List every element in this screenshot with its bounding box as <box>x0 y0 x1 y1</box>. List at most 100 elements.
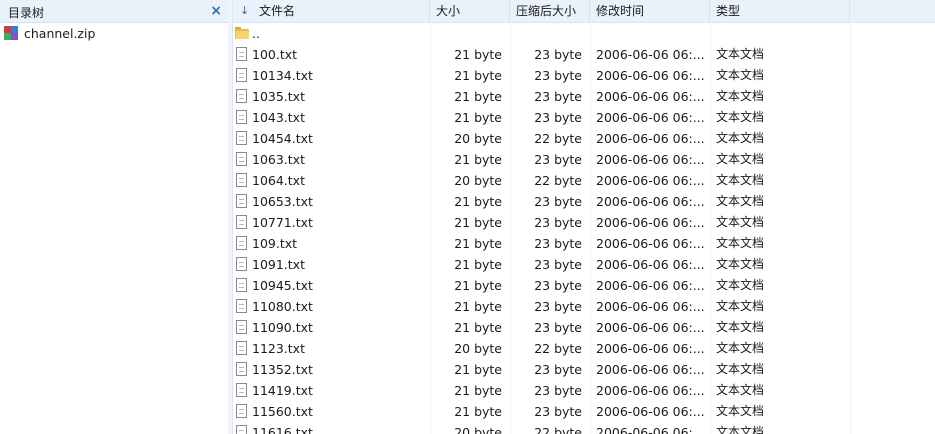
file-row[interactable]: 1043.txt 21 byte 23 byte 2006-06-06 06:... 文… <box>233 107 935 128</box>
file-row[interactable]: 109.txt 21 byte 23 byte 2006-06-06 06:... 文本… <box>233 233 935 254</box>
file-compressed-size: 23 byte <box>534 404 582 419</box>
file-type: 文本文档 <box>716 383 765 397</box>
file-modified-time: 2006-06-06 06:... <box>596 89 705 104</box>
file-compressed-size: 23 byte <box>534 152 582 167</box>
file-name: 11352.txt <box>252 362 313 377</box>
file-modified-time: 2006-06-06 06:... <box>596 68 705 83</box>
file-row[interactable]: 11090.txt 21 byte 23 byte 2006-06-06 06:...… <box>233 317 935 338</box>
file-modified-time: 2006-06-06 06:... <box>596 362 705 377</box>
file-list: ↓ 文件名 大小 压缩后大小 修改时间 类型 .. 100.txt 21 byte… <box>233 0 935 434</box>
file-row[interactable]: 11419.txt 21 byte 23 byte 2006-06-06 06:...… <box>233 380 935 401</box>
file-name: 11419.txt <box>252 383 313 398</box>
sort-arrow-icon: ↓ <box>240 4 250 17</box>
file-row[interactable]: 11352.txt 21 byte 23 byte 2006-06-06 06:...… <box>233 359 935 380</box>
file-size: 20 byte <box>454 173 502 188</box>
file-modified-time: 2006-06-06 06:... <box>596 278 705 293</box>
file-type: 文本文档 <box>716 278 765 292</box>
file-type: 文本文档 <box>716 320 765 334</box>
file-compressed-size: 23 byte <box>534 320 582 335</box>
file-size: 21 byte <box>454 320 502 335</box>
text-file-icon <box>236 320 247 334</box>
file-row[interactable]: 10134.txt 21 byte 23 byte 2006-06-06 06:...… <box>233 65 935 86</box>
column-header-name[interactable]: ↓ 文件名 <box>233 0 430 22</box>
file-name: 1091.txt <box>252 257 305 272</box>
file-modified-time: 2006-06-06 06:... <box>596 341 705 356</box>
file-type: 文本文档 <box>716 89 765 103</box>
text-file-icon <box>236 257 247 271</box>
file-type: 文本文档 <box>716 110 765 124</box>
file-row[interactable]: 11080.txt 21 byte 23 byte 2006-06-06 06:...… <box>233 296 935 317</box>
column-header-type[interactable]: 类型 <box>710 0 850 22</box>
file-type: 文本文档 <box>716 362 765 376</box>
file-modified-time: 2006-06-06 06:... <box>596 320 705 335</box>
file-modified-time: 2006-06-06 06:... <box>596 425 705 434</box>
file-name: 1063.txt <box>252 152 305 167</box>
file-name: 1064.txt <box>252 173 305 188</box>
column-header-compressed[interactable]: 压缩后大小 <box>510 0 590 22</box>
file-modified-time: 2006-06-06 06:... <box>596 257 705 272</box>
parent-folder-row[interactable]: .. <box>233 23 935 44</box>
file-type: 文本文档 <box>716 299 765 313</box>
file-modified-time: 2006-06-06 06:... <box>596 404 705 419</box>
file-name: 10134.txt <box>252 68 313 83</box>
file-row[interactable]: 11616.txt 20 byte 22 byte 2006-06-06 06:...… <box>233 422 935 434</box>
zip-archive-icon <box>4 26 18 40</box>
file-modified-time: 2006-06-06 06:... <box>596 299 705 314</box>
directory-tree-panel: 目录树 × channel.zip <box>0 0 229 434</box>
file-modified-time: 2006-06-06 06:... <box>596 194 705 209</box>
text-file-icon <box>236 152 247 166</box>
file-row[interactable]: 10454.txt 20 byte 22 byte 2006-06-06 06:...… <box>233 128 935 149</box>
file-type: 文本文档 <box>716 425 765 434</box>
tree-item-channel-zip[interactable]: channel.zip <box>4 24 95 42</box>
file-row[interactable]: 11560.txt 21 byte 23 byte 2006-06-06 06:...… <box>233 401 935 422</box>
close-icon[interactable]: × <box>210 2 222 20</box>
file-type: 文本文档 <box>716 257 765 271</box>
file-size: 20 byte <box>454 341 502 356</box>
file-type: 文本文档 <box>716 215 765 229</box>
file-modified-time: 2006-06-06 06:... <box>596 383 705 398</box>
file-type: 文本文档 <box>716 131 765 145</box>
text-file-icon <box>236 68 247 82</box>
file-row[interactable]: 1091.txt 21 byte 23 byte 2006-06-06 06:... 文… <box>233 254 935 275</box>
file-name: 11560.txt <box>252 404 313 419</box>
file-compressed-size: 22 byte <box>534 131 582 146</box>
file-compressed-size: 23 byte <box>534 383 582 398</box>
text-file-icon <box>236 383 247 397</box>
file-size: 21 byte <box>454 110 502 125</box>
file-row[interactable]: 100.txt 21 byte 23 byte 2006-06-06 06:... 文本… <box>233 44 935 65</box>
file-size: 21 byte <box>454 278 502 293</box>
file-row[interactable]: 1123.txt 20 byte 22 byte 2006-06-06 06:... 文… <box>233 338 935 359</box>
file-row[interactable]: 10653.txt 21 byte 23 byte 2006-06-06 06:...… <box>233 191 935 212</box>
file-compressed-size: 23 byte <box>534 68 582 83</box>
file-size: 21 byte <box>454 89 502 104</box>
file-name: 10945.txt <box>252 278 313 293</box>
file-compressed-size: 23 byte <box>534 257 582 272</box>
column-header-size[interactable]: 大小 <box>430 0 510 22</box>
file-type: 文本文档 <box>716 68 765 82</box>
file-row[interactable]: 10771.txt 21 byte 23 byte 2006-06-06 06:...… <box>233 212 935 233</box>
file-modified-time: 2006-06-06 06:... <box>596 215 705 230</box>
tree-header: 目录树 × <box>0 0 228 23</box>
file-row[interactable]: 1035.txt 21 byte 23 byte 2006-06-06 06:... 文… <box>233 86 935 107</box>
text-file-icon <box>236 131 247 145</box>
file-row[interactable]: 1064.txt 20 byte 22 byte 2006-06-06 06:... 文… <box>233 170 935 191</box>
tree-item-label: channel.zip <box>24 25 96 41</box>
file-size: 21 byte <box>454 152 502 167</box>
file-name: 10771.txt <box>252 215 313 230</box>
text-file-icon <box>236 341 247 355</box>
file-size: 20 byte <box>454 131 502 146</box>
file-name: 11080.txt <box>252 299 313 314</box>
file-row[interactable]: 1063.txt 21 byte 23 byte 2006-06-06 06:... 文… <box>233 149 935 170</box>
text-file-icon <box>236 299 247 313</box>
column-header-modified[interactable]: 修改时间 <box>590 0 710 22</box>
file-compressed-size: 23 byte <box>534 299 582 314</box>
file-row[interactable]: 10945.txt 21 byte 23 byte 2006-06-06 06:...… <box>233 275 935 296</box>
file-name: 11616.txt <box>252 425 313 434</box>
column-label-name: 文件名 <box>259 4 296 18</box>
file-name: 100.txt <box>252 47 298 62</box>
text-file-icon <box>236 404 247 418</box>
file-name: .. <box>252 26 260 41</box>
file-rows: .. 100.txt 21 byte 23 byte 2006-06-06 06:..… <box>233 23 935 434</box>
text-file-icon <box>236 236 247 250</box>
file-compressed-size: 23 byte <box>534 215 582 230</box>
